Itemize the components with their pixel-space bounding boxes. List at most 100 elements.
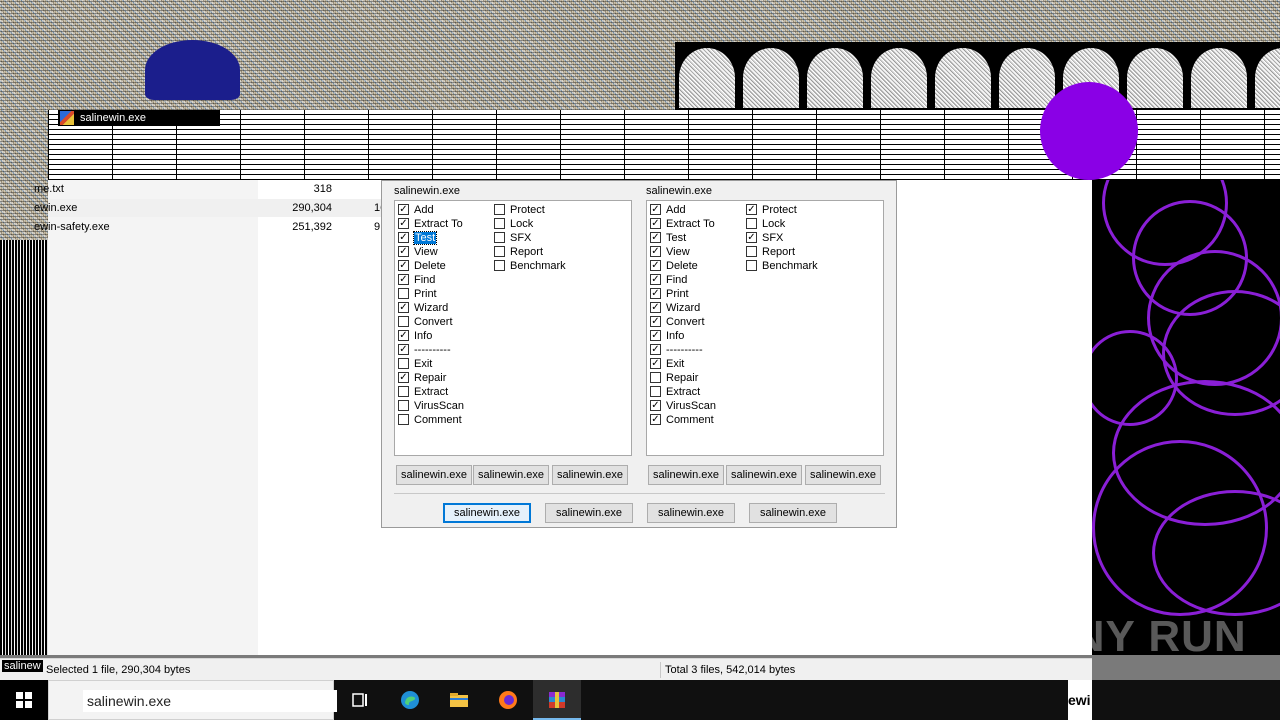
option-item[interactable]: ✓ Extract To — [398, 217, 463, 231]
left-option-button-2[interactable]: salinewin.exe — [473, 465, 549, 485]
option-item[interactable]: SFX — [494, 231, 531, 245]
option-item[interactable]: Lock — [746, 217, 785, 231]
option-checkbox[interactable] — [398, 399, 409, 411]
option-item[interactable]: Protect — [494, 203, 545, 217]
option-item[interactable]: ✓ VirusScan — [650, 399, 716, 413]
reset-button[interactable]: salinewin.exe — [647, 503, 735, 523]
right-option-button-1[interactable]: salinewin.exe — [648, 465, 724, 485]
option-checkbox[interactable] — [746, 259, 757, 271]
option-item[interactable]: ✓ Comment — [650, 413, 714, 427]
option-checkbox[interactable]: ✓ — [746, 231, 757, 243]
task-view-button[interactable] — [336, 680, 384, 720]
ok-button[interactable]: salinewin.exe — [443, 503, 531, 523]
option-item[interactable]: ✓ Test — [650, 231, 686, 245]
option-item[interactable]: ✓ Print — [650, 287, 689, 301]
option-item[interactable]: ✓ Delete — [398, 259, 446, 273]
option-item[interactable]: ✓ View — [398, 245, 438, 259]
option-item[interactable]: ✓ Wizard — [650, 301, 700, 315]
option-item[interactable]: ✓ ---------- — [398, 343, 451, 357]
option-checkbox[interactable]: ✓ — [398, 329, 409, 341]
option-checkbox[interactable]: ✓ — [398, 217, 409, 229]
option-item[interactable]: ✓ Info — [650, 329, 684, 343]
option-item[interactable]: ✓ Delete — [650, 259, 698, 273]
edge-button[interactable] — [386, 680, 434, 720]
option-checkbox[interactable]: ✓ — [398, 259, 409, 271]
file-explorer-button[interactable] — [435, 680, 483, 720]
option-checkbox[interactable] — [494, 203, 505, 215]
option-checkbox[interactable] — [746, 217, 757, 229]
option-checkbox[interactable]: ✓ — [398, 301, 409, 313]
help-button[interactable]: salinewin.exe — [749, 503, 837, 523]
option-item[interactable]: Repair — [650, 371, 698, 385]
option-item[interactable]: ✓ Exit — [650, 357, 684, 371]
option-item[interactable]: Print — [398, 287, 437, 301]
winrar-button[interactable] — [533, 680, 581, 720]
option-item[interactable]: VirusScan — [398, 399, 464, 413]
option-checkbox[interactable]: ✓ — [398, 231, 409, 243]
option-checkbox[interactable] — [398, 315, 409, 327]
option-checkbox[interactable]: ✓ — [650, 343, 661, 355]
option-checkbox[interactable]: ✓ — [650, 413, 661, 425]
left-option-button-1[interactable]: salinewin.exe — [396, 465, 472, 485]
file-row[interactable]: ewin-safety.exe 251,392 9 — [34, 218, 388, 236]
option-item[interactable]: ✓ Protect — [746, 203, 797, 217]
option-checkbox[interactable] — [494, 217, 505, 229]
option-checkbox[interactable]: ✓ — [650, 259, 661, 271]
option-item[interactable]: ✓ Test — [398, 231, 438, 245]
option-checkbox[interactable]: ✓ — [650, 315, 661, 327]
option-checkbox[interactable] — [398, 413, 409, 425]
option-checkbox[interactable]: ✓ — [398, 273, 409, 285]
option-checkbox[interactable]: ✓ — [650, 231, 661, 243]
option-checkbox[interactable] — [494, 259, 505, 271]
option-item[interactable]: ✓ Extract To — [650, 217, 715, 231]
option-item[interactable]: Convert — [398, 315, 453, 329]
option-checkbox[interactable] — [494, 231, 505, 243]
option-item[interactable]: ✓ Convert — [650, 315, 705, 329]
option-checkbox[interactable] — [398, 385, 409, 397]
option-item[interactable]: Extract — [398, 385, 448, 399]
option-item[interactable]: Benchmark — [746, 259, 818, 273]
right-option-button-2[interactable]: salinewin.exe — [726, 465, 802, 485]
option-item[interactable]: Benchmark — [494, 259, 566, 273]
option-checkbox[interactable]: ✓ — [398, 203, 409, 215]
option-checkbox[interactable]: ✓ — [650, 287, 661, 299]
option-checkbox[interactable]: ✓ — [650, 357, 661, 369]
option-item[interactable]: ✓ Info — [398, 329, 432, 343]
option-checkbox[interactable] — [650, 371, 661, 383]
file-row[interactable]: ewin.exe 290,304 16 — [34, 199, 388, 217]
taskbar-search[interactable] — [48, 680, 337, 720]
option-item[interactable]: ✓ Find — [398, 273, 435, 287]
option-checkbox[interactable]: ✓ — [650, 273, 661, 285]
option-checkbox[interactable]: ✓ — [398, 245, 409, 257]
option-item[interactable]: ✓ SFX — [746, 231, 783, 245]
option-checkbox[interactable]: ✓ — [746, 203, 757, 215]
option-item[interactable]: Extract — [650, 385, 700, 399]
option-checkbox[interactable]: ✓ — [650, 245, 661, 257]
option-item[interactable]: Lock — [494, 217, 533, 231]
option-checkbox[interactable]: ✓ — [650, 203, 661, 215]
option-item[interactable]: ✓ Find — [650, 273, 687, 287]
option-item[interactable]: ✓ Wizard — [398, 301, 448, 315]
option-checkbox[interactable] — [398, 287, 409, 299]
option-item[interactable]: Exit — [398, 357, 432, 371]
firefox-button[interactable] — [484, 680, 532, 720]
option-checkbox[interactable]: ✓ — [650, 329, 661, 341]
option-item[interactable]: ✓ View — [650, 245, 690, 259]
option-item[interactable]: ✓ Repair — [398, 371, 446, 385]
option-item[interactable]: ✓ ---------- — [650, 343, 703, 357]
search-input[interactable] — [83, 690, 337, 712]
option-checkbox[interactable]: ✓ — [398, 343, 409, 355]
option-checkbox[interactable]: ✓ — [398, 371, 409, 383]
cancel-button[interactable]: salinewin.exe — [545, 503, 633, 523]
option-item[interactable]: Report — [494, 245, 543, 259]
option-item[interactable]: Comment — [398, 413, 462, 427]
option-checkbox[interactable]: ✓ — [650, 301, 661, 313]
file-row[interactable]: me.txt 318 — [34, 180, 388, 198]
left-option-button-3[interactable]: salinewin.exe — [552, 465, 628, 485]
option-item[interactable]: ✓ Add — [650, 203, 686, 217]
option-checkbox[interactable] — [398, 357, 409, 369]
option-checkbox[interactable]: ✓ — [650, 399, 661, 411]
option-checkbox[interactable] — [746, 245, 757, 257]
option-checkbox[interactable] — [650, 385, 661, 397]
right-option-button-3[interactable]: salinewin.exe — [805, 465, 881, 485]
